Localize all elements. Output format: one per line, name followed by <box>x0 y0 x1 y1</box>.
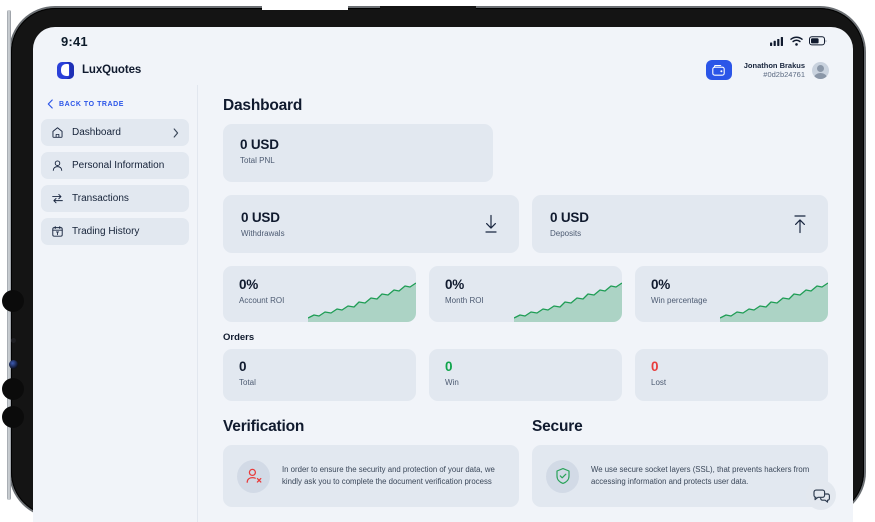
sidebar-item-label: Dashboard <box>72 127 121 138</box>
sidebar-item-dashboard[interactable]: Dashboard <box>41 119 189 146</box>
card-orders-total[interactable]: 0 Total <box>223 349 416 401</box>
card-value: 0 <box>239 359 247 374</box>
card-label: Total PNL <box>240 156 275 165</box>
info-row: Verification In order to ensure the secu… <box>223 414 828 507</box>
volume-down-button[interactable] <box>2 378 24 400</box>
secure-section: Secure We use secure socket layers (SSL)… <box>532 414 828 507</box>
secure-text: We use secure socket layers (SSL), that … <box>591 464 810 486</box>
secure-card[interactable]: We use secure socket layers (SSL), that … <box>532 445 828 507</box>
sidebar-item-transactions[interactable]: Transactions <box>41 185 189 212</box>
sidebar-item-personal-information[interactable]: Personal Information <box>41 152 189 179</box>
secure-title: Secure <box>532 418 583 435</box>
volume-up-button[interactable] <box>2 290 24 312</box>
status-time: 9:41 <box>61 33 88 49</box>
card-value: 0 <box>445 359 453 374</box>
card-value: 0 <box>651 359 659 374</box>
frame-top-notch <box>380 6 476 13</box>
user-profile[interactable]: Jonathon Brakus #0d2b24761 <box>744 61 829 80</box>
brand-logo[interactable]: LuxQuotes <box>57 61 142 79</box>
secure-badge <box>546 459 579 493</box>
chevron-right-icon <box>173 127 179 138</box>
main-content: Dashboard 0 USD Total PNL 0 USD Withdraw… <box>198 85 853 522</box>
card-month-roi[interactable]: 0% Month ROI <box>429 266 622 322</box>
roi-cards-row: 0% Account ROI 0% Month ROI 0% Win perce… <box>223 266 828 322</box>
card-deposits[interactable]: 0 USD Deposits <box>532 195 828 253</box>
wifi-icon <box>790 36 803 46</box>
sparkline-month-roi <box>514 282 622 322</box>
battery-icon <box>809 36 827 46</box>
card-value: 0 USD <box>241 210 280 225</box>
luxquotes-logo-icon <box>57 61 74 79</box>
card-value: 0 USD <box>550 210 589 225</box>
chat-bubbles-icon <box>812 489 830 503</box>
orders-row: 0 Total 0 Win 0 Lost <box>223 349 828 401</box>
avatar[interactable] <box>812 61 829 79</box>
verification-badge <box>237 459 270 493</box>
card-body: 0 USD Withdrawals <box>241 210 285 238</box>
verification-section: Verification In order to ensure the secu… <box>223 414 519 507</box>
front-camera-icon <box>9 360 18 369</box>
brand-name: LuxQuotes <box>82 64 142 76</box>
card-orders-win[interactable]: 0 Win <box>429 349 622 401</box>
card-withdrawals[interactable]: 0 USD Withdrawals <box>223 195 519 253</box>
chevron-left-icon <box>47 99 53 109</box>
back-to-trade-label: BACK TO TRADE <box>59 100 124 108</box>
card-orders-lost[interactable]: 0 Lost <box>635 349 828 401</box>
sidebar: BACK TO TRADE Dashboard Personal Informa… <box>33 85 198 522</box>
wallet-button[interactable] <box>705 60 732 80</box>
card-body: 0 USD Total PNL <box>223 124 493 178</box>
user-id: #0d2b24761 <box>763 70 805 79</box>
power-button[interactable] <box>2 406 24 428</box>
card-body: 0 Lost <box>635 349 828 397</box>
card-body: 0 Total <box>223 349 416 397</box>
card-label: Withdrawals <box>241 229 285 238</box>
app-body: BACK TO TRADE Dashboard Personal Informa… <box>33 85 853 522</box>
card-label: Total <box>239 378 256 387</box>
sparkline-account-roi <box>308 282 416 322</box>
user-unverified-icon <box>246 468 261 483</box>
download-arrow-icon <box>485 214 497 233</box>
upload-arrow-icon <box>794 215 806 234</box>
orders-title: Orders <box>223 332 255 343</box>
card-label: Lost <box>651 378 667 387</box>
transfer-arrows-icon <box>52 193 63 204</box>
status-bar: 9:41 <box>33 27 853 55</box>
card-label: Deposits <box>550 229 582 238</box>
home-icon <box>52 127 63 138</box>
card-win-percentage[interactable]: 0% Win percentage <box>635 266 828 322</box>
card-total-pnl[interactable]: 0 USD Total PNL <box>223 124 493 182</box>
verification-title: Verification <box>223 418 305 435</box>
wallet-icon <box>712 64 725 76</box>
calendar-icon <box>52 226 63 237</box>
money-cards-row: 0 USD Withdrawals 0 USD Deposits <box>223 195 828 253</box>
status-icons-group <box>770 36 827 46</box>
sensor-dot <box>11 338 16 343</box>
sparkline-win-percentage <box>720 282 828 322</box>
sidebar-item-label: Personal Information <box>72 160 165 171</box>
card-label: Win <box>445 378 459 387</box>
sidebar-item-trading-history[interactable]: Trading History <box>41 218 189 245</box>
chat-support-button[interactable] <box>806 480 836 510</box>
user-text-group: Jonathon Brakus #0d2b24761 <box>744 61 805 80</box>
back-to-trade-button[interactable]: BACK TO TRADE <box>41 95 189 119</box>
frame-top-cutout <box>262 0 348 10</box>
card-body: 0 USD Deposits <box>550 210 589 238</box>
cellular-signal-icon <box>770 37 783 46</box>
card-account-roi[interactable]: 0% Account ROI <box>223 266 416 322</box>
user-icon <box>52 160 63 171</box>
app-header: LuxQuotes Jonathon Brakus #0d2b24761 <box>33 55 853 85</box>
card-value: 0 USD <box>240 137 279 152</box>
sidebar-item-label: Trading History <box>72 226 140 237</box>
verification-card[interactable]: In order to ensure the security and prot… <box>223 445 519 507</box>
header-right-group: Jonathon Brakus #0d2b24761 <box>705 60 829 80</box>
shield-check-icon <box>555 468 570 484</box>
tablet-screen: 9:41 LuxQuotes Jonathon Brakus #0d2b2476… <box>33 27 853 522</box>
page-title: Dashboard <box>223 97 303 114</box>
verification-text: In order to ensure the security and prot… <box>282 464 495 486</box>
user-name: Jonathon Brakus <box>743 60 805 70</box>
sidebar-item-label: Transactions <box>72 193 129 204</box>
card-body: 0 Win <box>429 349 622 397</box>
